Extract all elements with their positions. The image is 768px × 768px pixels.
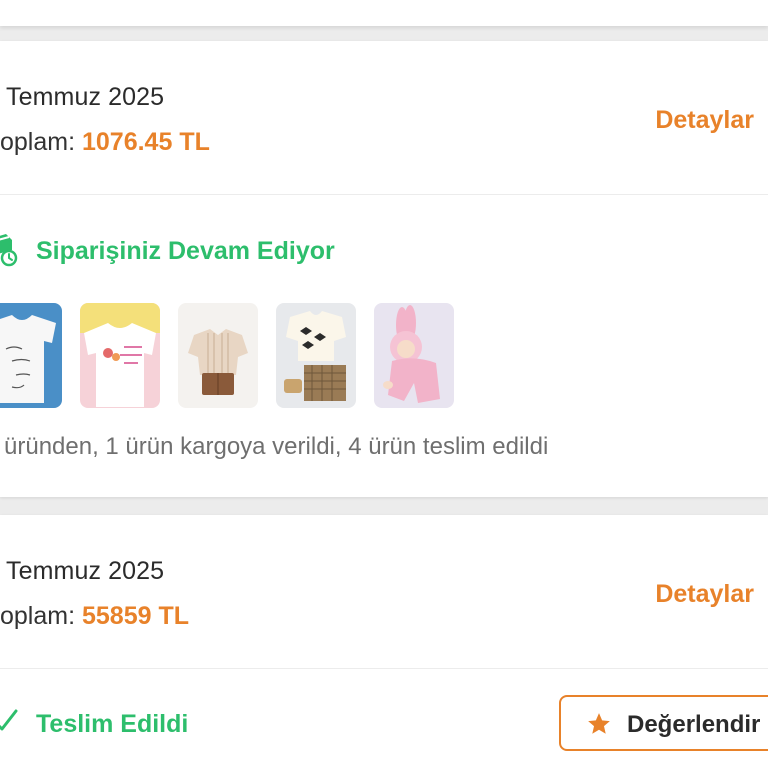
order-total-amount: 1076.45 TL: [82, 128, 210, 156]
rate-order-label: Değerlendir: [627, 711, 761, 738]
divider: [0, 194, 768, 195]
star-icon: [588, 713, 610, 734]
top-app-bar: [0, 0, 768, 26]
product-thumbnail[interactable]: [0, 303, 62, 408]
order-date: Temmuz 2025: [6, 83, 165, 111]
order-details-link[interactable]: Detaylar: [655, 106, 754, 135]
divider: [0, 668, 768, 669]
order-status: Siparişiniz Devam Ediyor: [36, 237, 335, 265]
onesie-pink-print-icon: [80, 303, 160, 408]
checkmark-icon: [0, 709, 18, 731]
order-date: Temmuz 2025: [6, 557, 165, 585]
product-thumbnail[interactable]: [178, 303, 258, 408]
shipment-summary: üründen, 1 ürün kargoya verildi, 4 ürün …: [4, 433, 549, 460]
order-card[interactable]: Temmuz 2025 oplam: 1076.45 TL Detaylar S…: [0, 41, 768, 497]
product-thumbnail[interactable]: [80, 303, 160, 408]
order-card[interactable]: Temmuz 2025 oplam: 55859 TL Detaylar Tes…: [0, 515, 768, 768]
product-thumbnail[interactable]: [276, 303, 356, 408]
order-total-label: oplam:: [0, 128, 76, 156]
order-total-amount: 55859 TL: [82, 602, 190, 630]
order-status: Teslim Edildi: [36, 710, 189, 738]
order-total: oplam: 1076.45 TL: [0, 128, 210, 157]
bow-dress-set-icon: [276, 303, 356, 408]
product-thumbnail[interactable]: [374, 303, 454, 408]
order-total: oplam: 55859 TL: [0, 602, 189, 631]
order-details-link[interactable]: Detaylar: [655, 580, 754, 609]
order-total-label: oplam:: [0, 602, 76, 630]
boys-shirt-shorts-icon: [178, 303, 258, 408]
pink-bunny-suit-icon: [374, 303, 454, 408]
rate-order-button[interactable]: Değerlendir: [559, 695, 768, 751]
delivery-truck-clock-icon: [0, 234, 18, 267]
onesie-handwriting-icon: [0, 303, 62, 408]
